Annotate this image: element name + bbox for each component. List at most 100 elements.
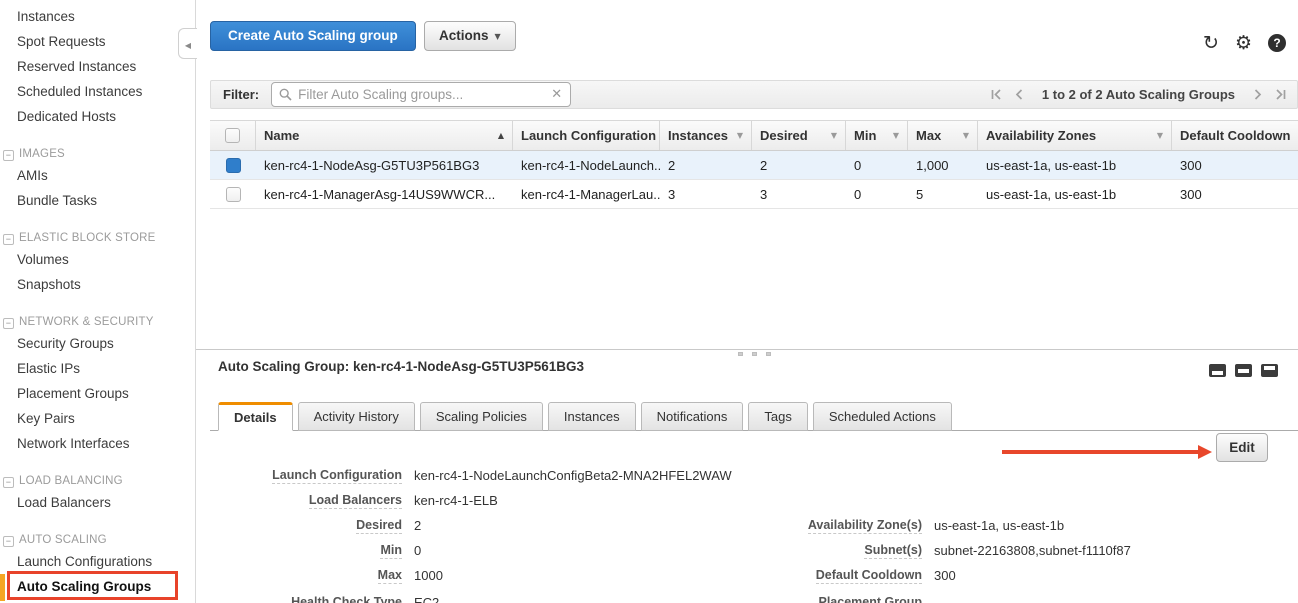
pagination-next-icon[interactable] bbox=[1251, 88, 1264, 101]
sidebar-item-key-pairs[interactable]: Key Pairs bbox=[0, 406, 195, 431]
edit-button[interactable]: Edit bbox=[1216, 433, 1268, 462]
annotation-arrow bbox=[1002, 445, 1212, 459]
sidebar-collapse-handle[interactable]: ◀ bbox=[178, 28, 197, 59]
column-header-launch-configuration[interactable]: Launch Configuration ▼ bbox=[513, 121, 660, 150]
pagination-first-icon[interactable] bbox=[990, 88, 1003, 101]
auto-scaling-groups-table: Name ▲ Launch Configuration ▼ Instances … bbox=[210, 120, 1298, 209]
field-label: Max bbox=[378, 568, 402, 584]
tab-details[interactable]: Details bbox=[218, 402, 293, 431]
actions-dropdown-button[interactable]: Actions▼ bbox=[424, 21, 516, 51]
tab-scaling-policies[interactable]: Scaling Policies bbox=[420, 402, 543, 431]
cell-launch-configuration: ken-rc4-1-ManagerLau... bbox=[513, 180, 660, 208]
layout-bottom-pane-icon[interactable] bbox=[1209, 364, 1226, 377]
field-label: Subnet(s) bbox=[864, 543, 922, 559]
sidebar-item-elastic-ips[interactable]: Elastic IPs bbox=[0, 356, 195, 381]
pagination-status: 1 to 2 of 2 Auto Scaling Groups bbox=[1042, 87, 1235, 102]
field-value: 1000 bbox=[414, 568, 443, 583]
panel-resize-handle[interactable] bbox=[738, 352, 771, 356]
cell-name: ken-rc4-1-ManagerAsg-14US9WWCR... bbox=[256, 180, 513, 208]
sidebar-item-amis[interactable]: AMIs bbox=[0, 163, 195, 188]
pagination-prev-icon[interactable] bbox=[1013, 88, 1026, 101]
sidebar-item-bundle-tasks[interactable]: Bundle Tasks bbox=[0, 188, 195, 213]
row-checkbox-checked[interactable] bbox=[226, 158, 241, 173]
column-header-min[interactable]: Min ▼ bbox=[846, 121, 908, 150]
section-label: IMAGES bbox=[19, 148, 65, 160]
table-row[interactable]: ken-rc4-1-ManagerAsg-14US9WWCR... ken-rc… bbox=[210, 180, 1298, 209]
collapse-minus-icon[interactable]: − bbox=[3, 536, 14, 547]
field-label: Load Balancers bbox=[309, 493, 402, 509]
sidebar-item-reserved-instances[interactable]: Reserved Instances bbox=[0, 54, 195, 79]
table-row[interactable]: ken-rc4-1-NodeAsg-G5TU3P561BG3 ken-rc4-1… bbox=[210, 151, 1298, 180]
sidebar-item-load-balancers[interactable]: Load Balancers bbox=[0, 490, 195, 515]
field-min: Min 0 bbox=[210, 543, 770, 568]
column-header-max[interactable]: Max ▼ bbox=[908, 121, 978, 150]
cell-name: ken-rc4-1-NodeAsg-G5TU3P561BG3 bbox=[256, 151, 513, 179]
layout-top-pane-icon[interactable] bbox=[1261, 364, 1278, 377]
cell-desired: 2 bbox=[752, 151, 846, 179]
sidebar-item-spot-requests[interactable]: Spot Requests bbox=[0, 29, 195, 54]
collapse-arrow-icon: ◀ bbox=[185, 41, 191, 50]
sidebar-item-placement-groups[interactable]: Placement Groups bbox=[0, 381, 195, 406]
sidebar-item-launch-configurations[interactable]: Launch Configurations bbox=[0, 549, 195, 574]
field-value: us-east-1a, us-east-1b bbox=[934, 518, 1064, 533]
field-label: Health Check Type bbox=[291, 595, 402, 603]
tab-activity-history[interactable]: Activity History bbox=[298, 402, 415, 431]
field-value: EC2 bbox=[414, 595, 439, 603]
row-checkbox-unchecked[interactable] bbox=[226, 187, 241, 202]
collapse-minus-icon[interactable]: − bbox=[3, 318, 14, 329]
column-header-availability-zones[interactable]: Availability Zones ▼ bbox=[978, 121, 1172, 150]
collapse-minus-icon[interactable]: − bbox=[3, 234, 14, 245]
sidebar-item-volumes[interactable]: Volumes bbox=[0, 247, 195, 272]
table-header-row: Name ▲ Launch Configuration ▼ Instances … bbox=[210, 120, 1298, 151]
column-label: Name bbox=[264, 128, 299, 143]
help-icon[interactable]: ? bbox=[1268, 34, 1286, 52]
select-all-checkbox[interactable] bbox=[225, 128, 240, 143]
cell-availability-zones: us-east-1a, us-east-1b bbox=[978, 180, 1172, 208]
cell-max: 5 bbox=[908, 180, 978, 208]
filter-search-input[interactable] bbox=[292, 87, 551, 102]
sort-icon: ▼ bbox=[831, 131, 837, 140]
column-header-name[interactable]: Name ▲ bbox=[256, 121, 513, 150]
sidebar-item-scheduled-instances[interactable]: Scheduled Instances bbox=[0, 79, 195, 104]
collapse-minus-icon[interactable]: − bbox=[3, 150, 14, 161]
settings-gear-icon[interactable]: ⚙ bbox=[1235, 33, 1252, 53]
tab-instances[interactable]: Instances bbox=[548, 402, 636, 431]
field-subnets: Subnet(s) subnet-22163808,subnet-f1110f8… bbox=[770, 543, 1290, 568]
tab-tags[interactable]: Tags bbox=[748, 402, 807, 431]
tab-scheduled-actions[interactable]: Scheduled Actions bbox=[813, 402, 952, 431]
tab-notifications[interactable]: Notifications bbox=[641, 402, 744, 431]
column-header-instances[interactable]: Instances ▼ bbox=[660, 121, 752, 150]
sidebar-item-auto-scaling-groups[interactable]: Auto Scaling Groups bbox=[0, 574, 195, 599]
cell-launch-configuration: ken-rc4-1-NodeLaunch... bbox=[513, 151, 660, 179]
collapse-minus-icon[interactable]: − bbox=[3, 477, 14, 488]
ec2-console-auto-scaling-page: Instances Spot Requests Reserved Instanc… bbox=[0, 0, 1298, 603]
sidebar-section-network-security: −NETWORK & SECURITY bbox=[0, 313, 195, 331]
field-value: 0 bbox=[414, 543, 421, 558]
column-label: Launch Configuration bbox=[521, 128, 656, 143]
sidebar-item-dedicated-hosts[interactable]: Dedicated Hosts bbox=[0, 104, 195, 129]
refresh-icon[interactable]: ↻ bbox=[1203, 33, 1219, 53]
sidebar-item-network-interfaces[interactable]: Network Interfaces bbox=[0, 431, 195, 456]
column-label: Min bbox=[854, 128, 876, 143]
column-header-default-cooldown[interactable]: Default Cooldown bbox=[1172, 121, 1298, 150]
section-label: NETWORK & SECURITY bbox=[19, 316, 154, 328]
field-default-cooldown: Default Cooldown 300 bbox=[770, 568, 1290, 593]
sidebar-section-elastic-block-store: −ELASTIC BLOCK STORE bbox=[0, 229, 195, 247]
sidebar-section-images: −IMAGES bbox=[0, 145, 195, 163]
column-header-desired[interactable]: Desired ▼ bbox=[752, 121, 846, 150]
pagination-last-icon[interactable] bbox=[1274, 88, 1287, 101]
pane-layout-controls bbox=[1209, 364, 1278, 377]
chevron-down-icon: ▼ bbox=[495, 32, 501, 41]
layout-split-pane-icon[interactable] bbox=[1235, 364, 1252, 377]
sidebar-nav: Instances Spot Requests Reserved Instanc… bbox=[0, 0, 196, 603]
sort-icon: ▼ bbox=[893, 131, 899, 140]
sidebar-item-instances[interactable]: Instances bbox=[0, 4, 195, 29]
sidebar-item-security-groups[interactable]: Security Groups bbox=[0, 331, 195, 356]
clear-search-icon[interactable]: ✕ bbox=[551, 87, 562, 102]
sidebar-item-snapshots[interactable]: Snapshots bbox=[0, 272, 195, 297]
field-label: Availability Zone(s) bbox=[808, 518, 922, 534]
panel-divider bbox=[196, 349, 1298, 350]
column-label: Max bbox=[916, 128, 941, 143]
create-auto-scaling-group-button[interactable]: Create Auto Scaling group bbox=[210, 21, 416, 51]
detail-panel-title: Auto Scaling Group: ken-rc4-1-NodeAsg-G5… bbox=[218, 359, 584, 374]
